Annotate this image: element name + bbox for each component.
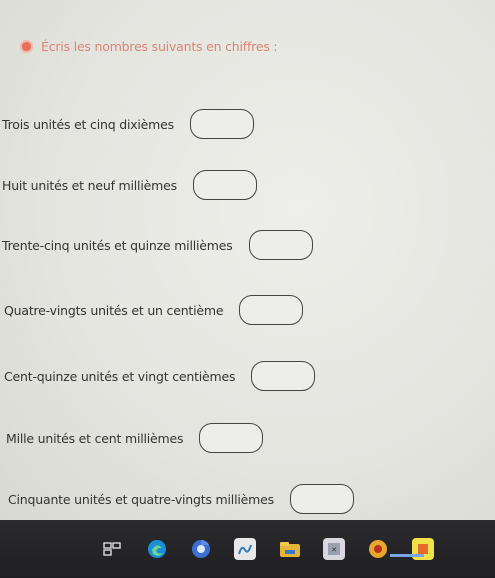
question-row: Mille unités et cent millièmes bbox=[6, 423, 264, 453]
chrome-icon[interactable] bbox=[190, 538, 212, 560]
task-view-icon[interactable] bbox=[101, 538, 123, 560]
worksheet-page: Écris les nombres suivants en chiffres :… bbox=[0, 0, 495, 520]
question-row: Trente-cinq unités et quinze millièmes bbox=[2, 230, 313, 260]
question-row: Quatre-vingts unités et un centième bbox=[4, 295, 304, 325]
question-row: Cent-quinze unités et vingt centièmes bbox=[4, 361, 316, 391]
answer-box[interactable] bbox=[239, 295, 304, 325]
edge-icon[interactable] bbox=[146, 538, 168, 560]
question-label: Mille unités et cent millièmes bbox=[6, 430, 184, 446]
question-label: Huit unités et neuf millièmes bbox=[2, 177, 177, 193]
question-row: Cinquante unités et quatre-vingts milliè… bbox=[8, 484, 354, 514]
active-app-indicator bbox=[390, 554, 424, 557]
answer-box[interactable] bbox=[289, 484, 354, 514]
record-app-icon[interactable] bbox=[367, 538, 389, 560]
taskbar: ✕ bbox=[0, 520, 495, 578]
media-app-icon[interactable]: ✕ bbox=[323, 538, 346, 560]
question-label: Trente-cinq unités et quinze millièmes bbox=[2, 237, 233, 253]
answer-box[interactable] bbox=[189, 109, 254, 139]
question-label: Trois unités et cinq dixièmes bbox=[2, 116, 174, 132]
instruction-text: Écris les nombres suivants en chiffres : bbox=[41, 39, 278, 54]
answer-box[interactable] bbox=[192, 170, 257, 200]
svg-text:✕: ✕ bbox=[331, 546, 337, 554]
question-row: Trois unités et cinq dixièmes bbox=[2, 109, 254, 139]
question-label: Quatre-vingts unités et un centième bbox=[4, 302, 224, 318]
answer-box[interactable] bbox=[248, 230, 313, 260]
answer-box[interactable] bbox=[251, 361, 316, 391]
question-label: Cent-quinze unités et vingt centièmes bbox=[4, 368, 236, 384]
instruction: Écris les nombres suivants en chiffres : bbox=[22, 39, 278, 54]
pen-app-icon[interactable] bbox=[234, 538, 257, 560]
explorer-icon[interactable] bbox=[279, 538, 301, 560]
answer-box[interactable] bbox=[199, 423, 264, 453]
question-label: Cinquante unités et quatre-vingts milliè… bbox=[8, 491, 274, 507]
question-row: Huit unités et neuf millièmes bbox=[2, 170, 257, 200]
bullet-icon bbox=[22, 42, 31, 51]
